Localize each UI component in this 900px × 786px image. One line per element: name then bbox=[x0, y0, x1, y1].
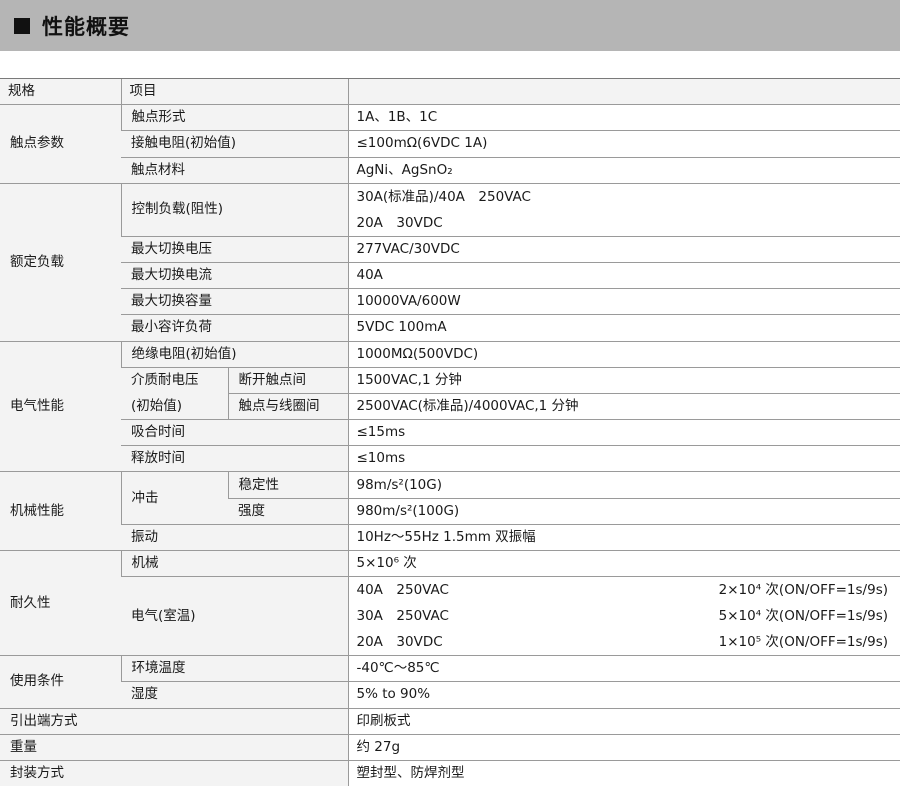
table-row: 触点材料 AgNi、AgSnO₂ bbox=[0, 157, 900, 184]
section-header: 性能概要 bbox=[0, 0, 900, 51]
table-row: 电气性能 绝缘电阻(初始值) 1000MΩ(500VDC) bbox=[0, 341, 900, 473]
item-contact-coil: 触点与线圈间 bbox=[227, 393, 348, 421]
value-contact-form: 1A、1B、1C bbox=[347, 104, 900, 132]
item-max-capacity: 最大切换容量 bbox=[121, 288, 348, 316]
table-row: 介质耐电压 断开触点间 1500VAC,1 分钟 bbox=[0, 367, 900, 394]
item-contact-resistance: 接触电阻(初始值) bbox=[121, 130, 348, 158]
table-row: (初始值) 触点与线圈间 2500VAC(标准品)/4000VAC,1 分钟 bbox=[0, 393, 900, 421]
value-weight: 约 27g bbox=[347, 734, 900, 761]
table-row: 触点参数 触点形式 1A、1B、1C bbox=[0, 104, 900, 184]
spec-table: 规格 项目 触点参数 触点形式 1A、1B、1C 接触电阻(初始值) ≤100m… bbox=[0, 77, 900, 786]
table-row: 释放时间 ≤10ms bbox=[0, 445, 900, 473]
table-row: 接触电阻(初始值) ≤100mΩ(6VDC 1A) bbox=[0, 130, 900, 158]
category-mechanical: 机械性能 bbox=[0, 471, 121, 551]
electrical-life-load: 40A 250VAC bbox=[356, 582, 449, 599]
table-row: 封装方式 塑封型、防焊剂型 bbox=[0, 760, 900, 786]
table-row: 额定负载 控制负载(阻性) 30A(标准品)/40A 250VAC 20A 30… bbox=[0, 183, 900, 342]
item-dielectric-2: (初始值) bbox=[121, 393, 228, 421]
electrical-life-load: 20A 30VDC bbox=[356, 634, 443, 651]
value-control-load: 30A(标准品)/40A 250VAC 20A 30VDC bbox=[347, 183, 900, 237]
electrical-life-row: 20A 30VDC 1×10⁵ 次(ON/OFF=1s/9s) bbox=[357, 629, 900, 655]
category-electrical: 电气性能 bbox=[0, 341, 121, 473]
value-terminal: 印刷板式 bbox=[347, 708, 900, 735]
table-row: 吸合时间 ≤15ms bbox=[0, 419, 900, 447]
item-humidity: 湿度 bbox=[121, 681, 348, 709]
table-header-row: 规格 项目 bbox=[0, 77, 900, 106]
category-contact: 触点参数 bbox=[0, 104, 121, 184]
value-temperature: -40℃～85℃ bbox=[347, 655, 900, 683]
item-control-load: 控制负载(阻性) bbox=[120, 183, 348, 237]
item-stability: 稳定性 bbox=[227, 471, 348, 499]
value-humidity: 5% to 90% bbox=[347, 681, 900, 709]
header-value bbox=[347, 77, 900, 106]
electrical-life-row: 30A 250VAC 5×10⁴ 次(ON/OFF=1s/9s) bbox=[357, 603, 900, 629]
value-open-contacts: 1500VAC,1 分钟 bbox=[347, 367, 900, 394]
table-row: 使用条件 环境温度 -40℃～85℃ bbox=[0, 655, 900, 709]
item-contact-form: 触点形式 bbox=[120, 104, 348, 132]
value-mechanical-life: 5×10⁶ 次 bbox=[347, 550, 900, 578]
item-dielectric-1: 介质耐电压 bbox=[121, 367, 228, 394]
control-load-line-2: 20A 30VDC bbox=[356, 214, 443, 231]
item-contact-material: 触点材料 bbox=[121, 157, 348, 184]
control-load-line-1: 30A(标准品)/40A 250VAC bbox=[356, 188, 531, 205]
category-rated-load: 额定负载 bbox=[0, 183, 121, 342]
value-contact-material: AgNi、AgSnO₂ bbox=[347, 157, 900, 184]
item-shock: 冲击 bbox=[120, 471, 228, 525]
category-terminal: 引出端方式 bbox=[0, 708, 348, 735]
value-contact-resistance: ≤100mΩ(6VDC 1A) bbox=[347, 130, 900, 158]
table-row: 湿度 5% to 90% bbox=[0, 681, 900, 709]
header-item: 项目 bbox=[120, 77, 348, 106]
item-vibration: 振动 bbox=[121, 524, 348, 552]
table-row: 最大切换电流 40A bbox=[0, 262, 900, 290]
item-release-time: 释放时间 bbox=[121, 445, 348, 473]
item-open-contacts: 断开触点间 bbox=[227, 367, 348, 394]
item-strength: 强度 bbox=[228, 498, 348, 525]
value-contact-coil: 2500VAC(标准品)/4000VAC,1 分钟 bbox=[347, 393, 900, 421]
value-release-time: ≤10ms bbox=[347, 445, 900, 473]
item-max-current: 最大切换电流 bbox=[121, 262, 348, 290]
item-min-load: 最小容许负荷 bbox=[121, 314, 348, 342]
item-max-voltage: 最大切换电压 bbox=[121, 236, 348, 263]
item-operate-time: 吸合时间 bbox=[121, 419, 348, 447]
table-row: 引出端方式 印刷板式 bbox=[0, 708, 900, 735]
table-row: 最大切换电压 277VAC/30VDC bbox=[0, 236, 900, 263]
electrical-life-cycles: 5×10⁴ 次(ON/OFF=1s/9s) bbox=[718, 608, 888, 625]
value-vibration: 10Hz～55Hz 1.5mm 双振幅 bbox=[347, 524, 900, 552]
value-insulation: 1000MΩ(500VDC) bbox=[347, 341, 900, 368]
value-operate-time: ≤15ms bbox=[347, 419, 900, 447]
category-package: 封装方式 bbox=[0, 760, 348, 786]
item-electrical-life: 电气(室温) bbox=[121, 576, 348, 657]
table-row: 振动 10Hz～55Hz 1.5mm 双振幅 bbox=[0, 524, 900, 552]
value-strength: 980m/s²(100G) bbox=[347, 498, 900, 525]
electrical-life-load: 30A 250VAC bbox=[356, 608, 449, 625]
category-conditions: 使用条件 bbox=[0, 655, 121, 709]
table-row: 最小容许负荷 5VDC 100mA bbox=[0, 314, 900, 342]
item-temperature: 环境温度 bbox=[120, 655, 348, 683]
category-endurance: 耐久性 bbox=[0, 550, 121, 657]
table-row: 耐久性 机械 5×10⁶ 次 bbox=[0, 550, 900, 657]
table-row: 机械性能 冲击 稳定性 98m/s²(10G) bbox=[0, 471, 900, 551]
electrical-life-row: 40A 250VAC 2×10⁴ 次(ON/OFF=1s/9s) bbox=[357, 577, 900, 603]
value-package: 塑封型、防焊剂型 bbox=[347, 760, 900, 786]
value-max-capacity: 10000VA/600W bbox=[347, 288, 900, 316]
item-mechanical-life: 机械 bbox=[120, 550, 348, 578]
value-electrical-life: 40A 250VAC 2×10⁴ 次(ON/OFF=1s/9s) 30A 250… bbox=[347, 576, 900, 657]
table-row: 重量 约 27g bbox=[0, 734, 900, 761]
item-insulation: 绝缘电阻(初始值) bbox=[120, 341, 348, 368]
table-row: 电气(室温) 40A 250VAC 2×10⁴ 次(ON/OFF=1s/9s) … bbox=[0, 576, 900, 657]
square-bullet-icon bbox=[14, 17, 30, 34]
section-title: 性能概要 bbox=[42, 14, 130, 39]
header-spec: 规格 bbox=[0, 77, 121, 106]
value-min-load: 5VDC 100mA bbox=[347, 314, 900, 342]
value-stability: 98m/s²(10G) bbox=[347, 471, 900, 499]
value-max-current: 40A bbox=[347, 262, 900, 290]
category-weight: 重量 bbox=[0, 734, 348, 761]
value-max-voltage: 277VAC/30VDC bbox=[347, 236, 900, 263]
electrical-life-cycles: 1×10⁵ 次(ON/OFF=1s/9s) bbox=[718, 634, 888, 651]
electrical-life-cycles: 2×10⁴ 次(ON/OFF=1s/9s) bbox=[718, 582, 888, 599]
table-row: 最大切换容量 10000VA/600W bbox=[0, 288, 900, 316]
